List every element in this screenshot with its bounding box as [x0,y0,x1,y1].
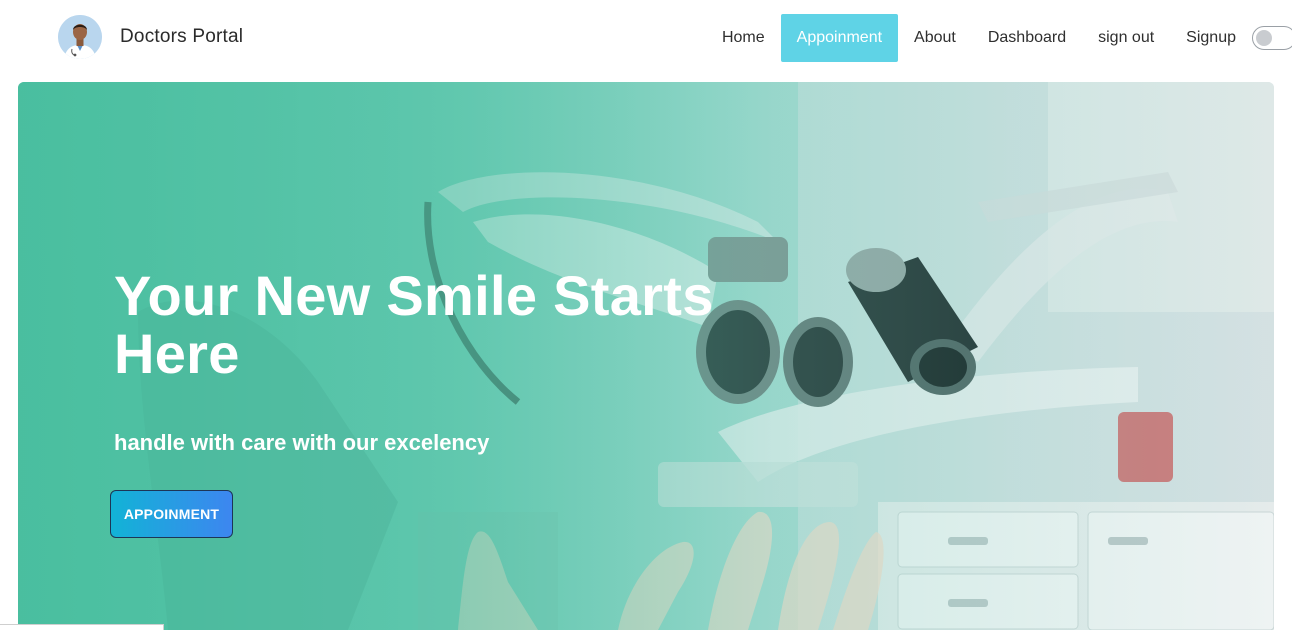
nav-home[interactable]: Home [706,14,781,62]
bottom-edge-element [0,624,164,630]
nav-appointment[interactable]: Appoinment [780,14,899,62]
brand[interactable]: Doctors Portal [58,15,243,59]
nav-about[interactable]: About [898,14,972,62]
hero-title: Your New Smile Starts Here [114,264,714,385]
toggle-knob [1256,30,1272,46]
nav-dashboard[interactable]: Dashboard [972,14,1082,62]
theme-toggle[interactable] [1252,26,1292,50]
navbar: Doctors Portal Home Appoinment About Das… [0,0,1292,80]
appointment-button[interactable]: APPOINMENT [110,490,233,538]
doctor-avatar-icon [58,15,102,59]
brand-name: Doctors Portal [120,26,244,47]
nav-links: Home Appoinment About Dashboard sign out… [706,14,1292,62]
hero-subtitle: handle with care with our excelency [114,430,490,455]
nav-signup[interactable]: Signup [1170,14,1252,62]
hero-banner: Your New Smile Starts Here handle with c… [18,82,1274,630]
nav-sign-out[interactable]: sign out [1082,14,1170,62]
